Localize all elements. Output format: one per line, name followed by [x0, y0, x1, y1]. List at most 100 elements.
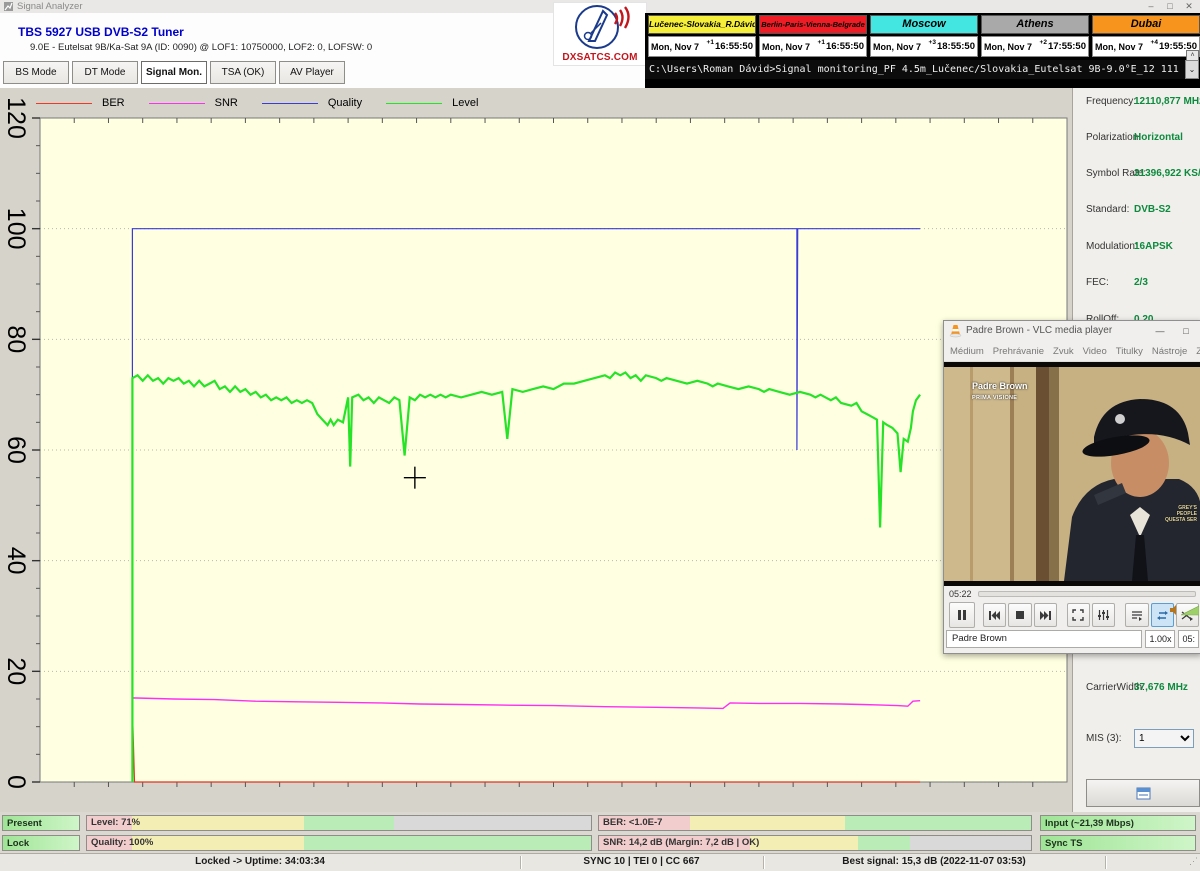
tab-av-player[interactable]: AV Player — [279, 61, 345, 84]
svg-text:60: 60 — [2, 436, 30, 464]
top-black-panel: Lučenec-Slovakia_R.Dávid Mon, Nov 7+116:… — [645, 13, 1200, 88]
volume-slider[interactable] — [1181, 604, 1199, 616]
now-playing-field[interactable]: Padre Brown — [946, 630, 1142, 648]
next-button[interactable] — [1034, 603, 1057, 627]
next-icon — [1039, 610, 1052, 621]
chevron-down-icon[interactable]: ⌄ — [1185, 60, 1199, 79]
legend-item-level: Level — [386, 97, 478, 109]
input-badge: Input (~21,39 Mbps) — [1040, 815, 1196, 831]
clock-date: Mon, Nov 7 — [873, 42, 921, 52]
tuner-name: TBS 5927 USB DVB-S2 Tuner — [18, 25, 184, 39]
vlc-titlebar[interactable]: Padre Brown - VLC media player — □ — [944, 321, 1200, 341]
status-bar: Locked -> Uptime: 34:03:34 SYNC 10 | TEI… — [0, 853, 1200, 871]
ber-bar: BER: <1.0E-7 — [598, 815, 1032, 831]
program-subtitle-overlay: PRIMA VISIONE — [972, 395, 1017, 401]
clock-athens: Athens Mon, Nov 7+217:55:50 — [980, 14, 1090, 60]
tab-bs-mode[interactable]: BS Mode — [3, 61, 69, 84]
status-divider — [520, 856, 521, 869]
utc-offset: +1 — [818, 39, 825, 46]
window-list-icon — [1136, 787, 1151, 800]
polarization-value: Horizontal — [1134, 132, 1183, 143]
legend-item-snr: SNR — [149, 97, 238, 109]
panel-tool-button[interactable] — [1086, 779, 1200, 807]
menu-view[interactable]: Zobraziť — [1196, 346, 1200, 357]
stop-button[interactable] — [1008, 603, 1031, 627]
snr-line-swatch — [149, 103, 205, 104]
clock-city-label: Lučenec-Slovakia_R.Dávid — [648, 15, 756, 34]
tab-dt-mode[interactable]: DT Mode — [72, 61, 138, 84]
menu-video[interactable]: Video — [1083, 346, 1107, 357]
legend-label: Level — [452, 97, 478, 109]
vlc-minimize-button[interactable]: — — [1151, 325, 1169, 337]
menu-tools[interactable]: Nástroje — [1152, 346, 1187, 357]
carrierwidth-value: 37,676 MHz — [1134, 682, 1188, 693]
signal-chart-area[interactable]: 020406080100120 BER SNR Quality Level — [0, 88, 1072, 812]
equalizer-icon — [1097, 609, 1110, 621]
level-line-swatch — [386, 103, 442, 104]
vlc-maximize-button[interactable]: □ — [1177, 325, 1195, 337]
menu-subtitles[interactable]: Titulky — [1116, 346, 1143, 357]
vlc-menubar: Médium Prehrávanie Zvuk Video Titulky Ná… — [944, 341, 1200, 362]
utc-offset: +1 — [707, 39, 714, 46]
volume-control[interactable] — [1169, 604, 1199, 616]
close-button[interactable]: ✕ — [1180, 0, 1198, 12]
fullscreen-button[interactable] — [1067, 603, 1090, 627]
vlc-window: Padre Brown - VLC media player — □ Médiu… — [943, 320, 1200, 654]
clock-time-row: Mon, Nov 7+217:55:50 — [981, 36, 1089, 57]
modulation-value: 16APSK — [1134, 241, 1173, 252]
clock-city-label: Moscow — [870, 15, 978, 34]
menu-playback[interactable]: Prehrávanie — [993, 346, 1044, 357]
settings-button[interactable] — [1092, 603, 1115, 627]
tab-tsa[interactable]: TSA (OK) — [210, 61, 276, 84]
previous-button[interactable] — [983, 603, 1006, 627]
snr-bar: SNR: 14,2 dB (Margin: 7,2 dB | OK) — [598, 835, 1032, 851]
clock-time: 16:55:50 — [715, 41, 753, 52]
speaker-icon — [1169, 604, 1181, 616]
mis-label: MIS (3): — [1086, 733, 1122, 744]
svg-text:0: 0 — [2, 775, 30, 789]
standard-label: Standard: — [1086, 204, 1129, 215]
status-divider — [763, 856, 764, 869]
playlist-button[interactable] — [1125, 603, 1148, 627]
level-bar-label: Level: 71% — [91, 816, 140, 830]
fullscreen-icon — [1072, 609, 1084, 621]
frequency-value: 12110,877 MHz — [1134, 96, 1200, 107]
time-remaining: 05: — [1178, 630, 1199, 648]
header-panel: TBS 5927 USB DVB-S2 Tuner 9.0E - Eutelsa… — [0, 13, 645, 89]
quality-bar-label: Quality: 100% — [91, 836, 153, 850]
resize-grip[interactable]: ⋰ — [1189, 856, 1198, 867]
minimize-button[interactable]: – — [1142, 0, 1160, 12]
previous-icon — [988, 610, 1001, 621]
chart-legend: BER SNR Quality Level — [36, 95, 502, 111]
clock-time: 16:55:50 — [826, 41, 864, 52]
video-frame[interactable]: Padre BrownPRIMA VISIONE GREY'SPEOPLEQUE… — [944, 362, 1200, 586]
mis-select[interactable]: 1 — [1134, 729, 1194, 748]
console-prompt[interactable]: C:\Users\Roman Dávid>Signal monitoring_P… — [645, 60, 1185, 79]
stop-icon — [1015, 610, 1025, 620]
maximize-button[interactable]: □ — [1161, 0, 1179, 12]
loop-icon — [1156, 610, 1169, 621]
signal-chart[interactable]: 020406080100120 — [0, 88, 1072, 812]
playlist-icon — [1131, 610, 1143, 621]
seek-slider[interactable] — [978, 591, 1196, 597]
tuner-info: 9.0E - Eutelsat 9B/Ka-Sat 9A (ID: 0090) … — [30, 42, 372, 53]
video-scene: Padre BrownPRIMA VISIONE GREY'SPEOPLEQUE… — [944, 367, 1200, 581]
playback-speed[interactable]: 1.00x — [1145, 630, 1175, 648]
sync-ts-badge: Sync TS — [1040, 835, 1196, 851]
lock-badge: Lock — [2, 835, 80, 851]
elapsed-time: 05:22 — [949, 589, 972, 599]
menu-medium[interactable]: Médium — [950, 346, 984, 357]
pause-button[interactable] — [949, 602, 975, 628]
symbolrate-value: 31396,922 KS/s — [1134, 168, 1200, 179]
quality-line-swatch — [262, 103, 318, 104]
tab-signal-mon[interactable]: Signal Mon. — [141, 61, 207, 84]
vlc-controls — [944, 601, 1200, 629]
clock-moscow: Moscow Mon, Nov 7+318:55:50 — [869, 14, 979, 60]
signal-status-rows: Present Lock Level: 71% Quality: 100% BE… — [0, 812, 1200, 853]
app-icon — [4, 2, 13, 11]
vlc-window-title: Padre Brown - VLC media player — [966, 325, 1112, 336]
legend-label: Quality — [328, 97, 362, 109]
best-signal-status: Best signal: 15,3 dB (2022-11-07 03:53) — [763, 856, 1105, 867]
ber-bar-label: BER: <1.0E-7 — [603, 816, 662, 830]
menu-audio[interactable]: Zvuk — [1053, 346, 1074, 357]
